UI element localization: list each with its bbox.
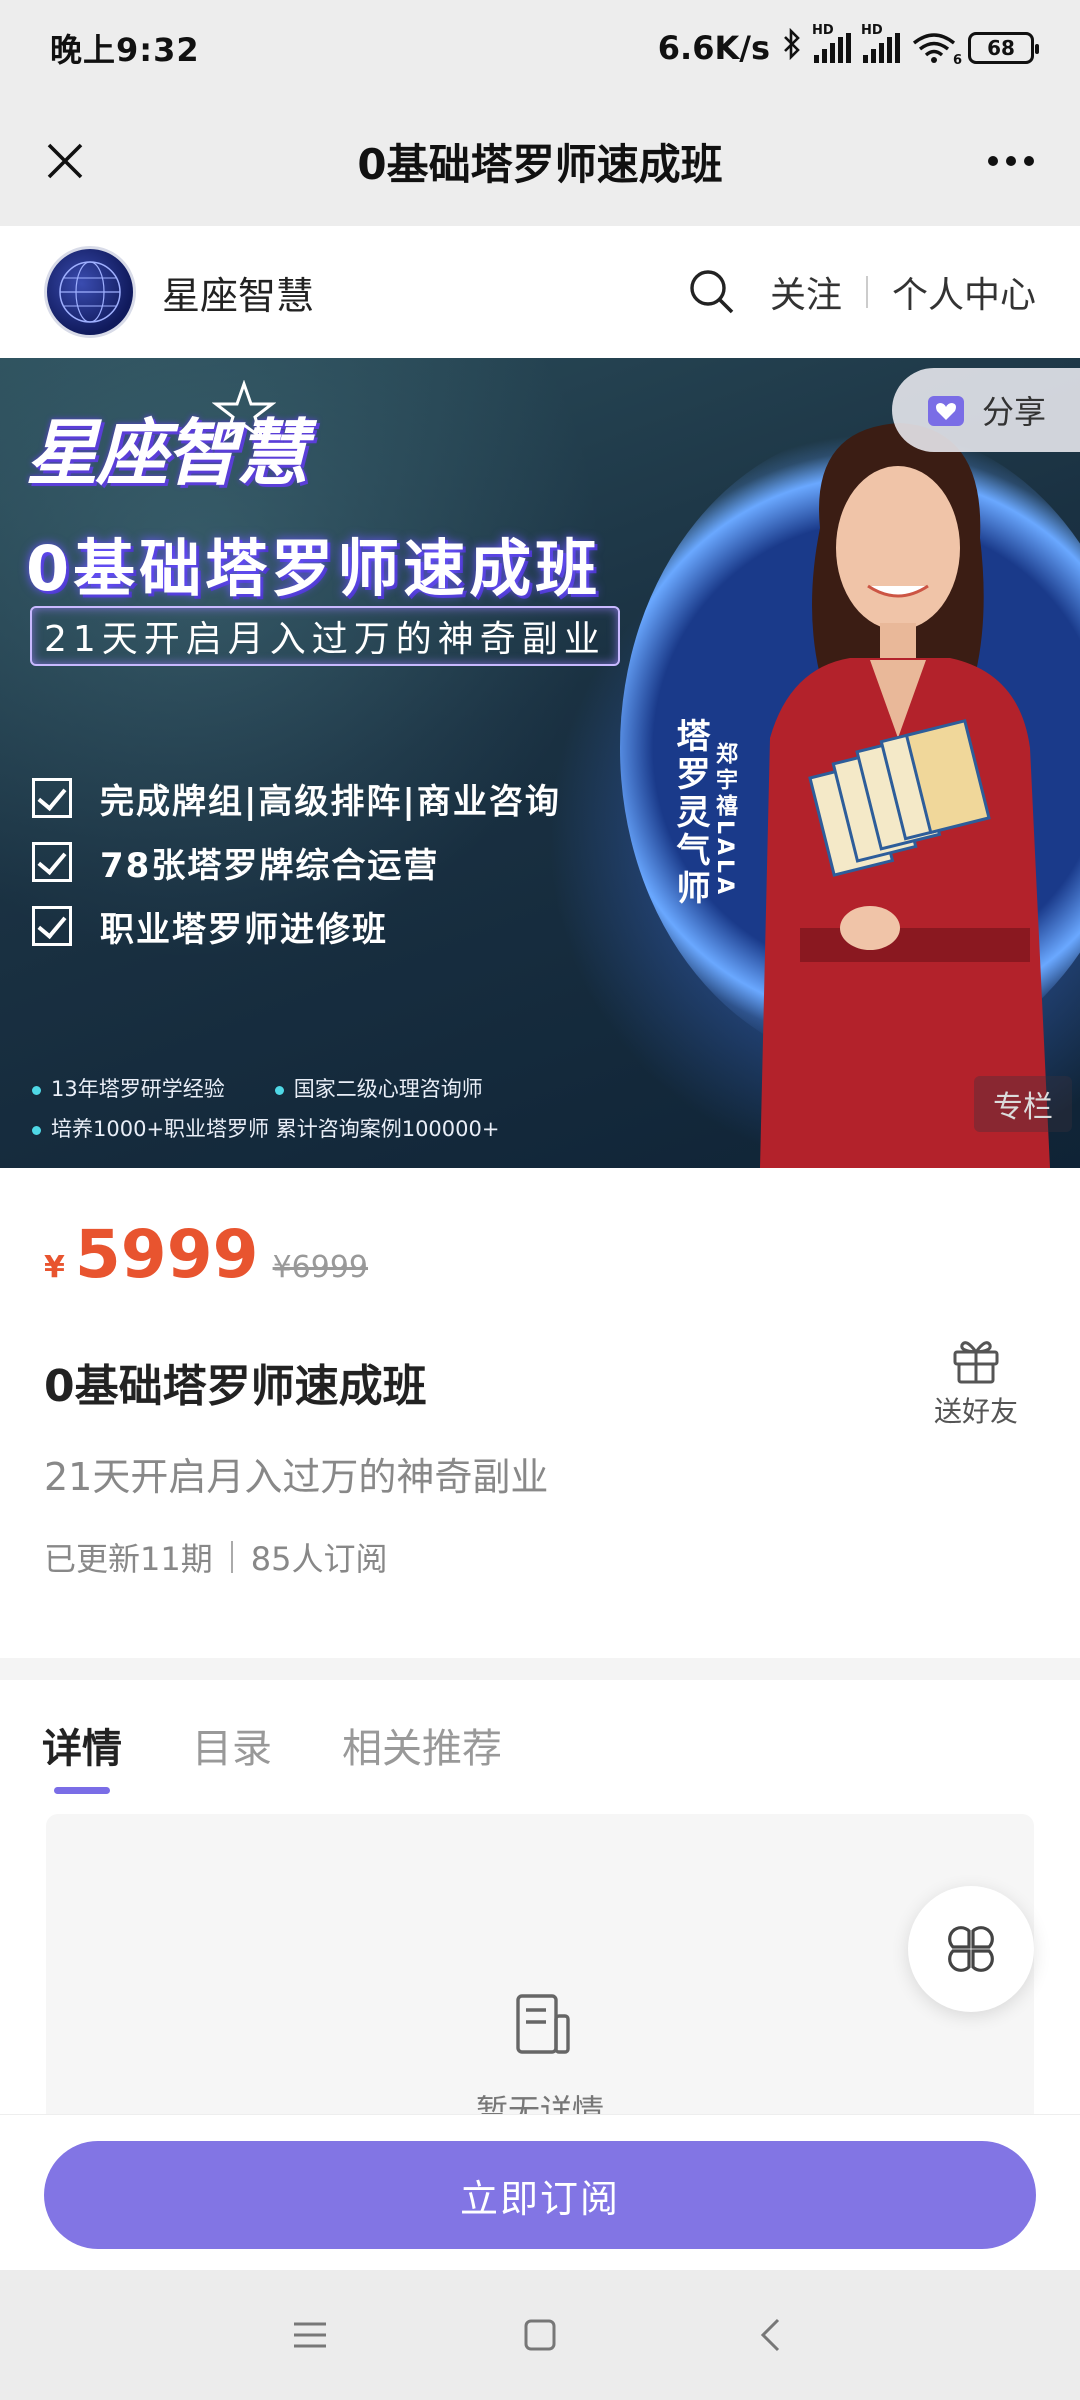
checkbox-icon [32, 842, 72, 882]
personal-center-link[interactable]: 个人中心 [892, 266, 1036, 318]
checklist-text: 职业塔罗师进修班 [100, 909, 388, 950]
checkbox-icon [32, 906, 72, 946]
detail-panel: 暂无详情 [46, 1814, 1034, 2114]
banner-tags: 13年塔罗研学经验 国家二级心理咨询师 培养1000+职业塔罗师 累计咨询案例1… [32, 1068, 499, 1148]
shop-header: 星座智慧 关注 个人中心 [0, 226, 1080, 358]
banner-tag: 国家二级心理咨询师 [275, 1073, 483, 1103]
original-price: ¥6999 [272, 1250, 369, 1285]
search-icon [690, 270, 734, 314]
divider [865, 276, 868, 308]
banner-tag: 培养1000+职业塔罗师 累计咨询案例100000+ [32, 1113, 499, 1143]
checklist-text: 完成牌组|高级排阵|商业咨询 [100, 781, 561, 822]
checklist-text: 78张塔罗牌综合运营 [100, 845, 440, 886]
wifi-badge: 6 [952, 53, 962, 68]
presenter-name: 郑宇禧LALA [712, 742, 737, 899]
shop-name[interactable]: 星座智慧 [162, 265, 684, 320]
checkbox-icon [32, 778, 72, 818]
bottom-action-bar: 立即订阅 [0, 2114, 1080, 2270]
more-button[interactable] [976, 126, 1046, 196]
tab-catalog[interactable]: 目录 [192, 1680, 272, 1810]
product-title: 0基础塔罗师速成班 [44, 1361, 427, 1412]
subscriber-count: 85人订阅 [250, 1540, 388, 1578]
menu-icon [294, 2322, 326, 2348]
page-title: 0基础塔罗师速成班 [357, 139, 723, 189]
nav-bar: 0基础塔罗师速成班 [0, 96, 1080, 226]
system-navigation-bar [0, 2270, 1080, 2400]
hd-badge-1: HD [812, 23, 834, 38]
signal-icon-1: HD [812, 23, 851, 63]
wifi-icon: 6 [912, 32, 962, 68]
content-tabs: 详情 目录 相关推荐 [0, 1680, 1080, 1810]
section-divider [0, 1658, 1080, 1680]
banner-tag: 13年塔罗研学经验 [32, 1073, 225, 1103]
divider [230, 1541, 233, 1573]
tab-details[interactable]: 详情 [42, 1680, 122, 1810]
net-speed: 6.6K/s [657, 29, 770, 67]
floating-menu-button[interactable] [908, 1886, 1034, 2012]
gift-to-friend-button[interactable]: 送好友 [934, 1334, 1018, 1430]
status-bar: 晚上9:32 6.6K/s HD HD 6 68 [0, 0, 1080, 96]
product-info: ¥ 5999 ¥6999 0基础塔罗师速成班 送好友 21天开启月入过万的神奇副… [0, 1168, 1080, 1658]
product-subtitle: 21天开启月入过万的神奇副业 [44, 1455, 549, 1499]
status-time: 晚上9:32 [50, 31, 200, 69]
checklist-item: 职业塔罗师进修班 [32, 894, 561, 958]
product-meta: 已更新11期 85人订阅 [44, 1534, 387, 1580]
share-label: 分享 [982, 393, 1047, 431]
shop-actions: 关注 个人中心 [684, 264, 1036, 320]
home-button[interactable] [510, 2305, 570, 2365]
close-icon [47, 143, 83, 179]
gift-label: 送好友 [933, 1395, 1018, 1428]
more-dot-icon [988, 156, 998, 166]
home-square-icon [524, 2319, 556, 2351]
tab-recommended[interactable]: 相关推荐 [342, 1680, 502, 1810]
banner-title: 0基础塔罗师速成班 [26, 532, 602, 605]
share-button[interactable]: 分享 [892, 368, 1080, 452]
battery-icon: 68 [968, 32, 1039, 64]
updated-count: 已更新11期 [44, 1540, 213, 1578]
subscribe-button[interactable]: 立即订阅 [44, 2141, 1036, 2249]
star-icon [212, 380, 276, 442]
column-tag: 专栏 [974, 1076, 1072, 1132]
menu-button[interactable] [280, 2305, 340, 2365]
follow-button[interactable]: 关注 [770, 266, 842, 318]
more-dot-icon [1024, 156, 1034, 166]
banner-checklist: 完成牌组|高级排阵|商业咨询 78张塔罗牌综合运营 职业塔罗师进修班 [32, 766, 561, 958]
presenter-image [760, 423, 1050, 1168]
signal-icon-2: HD [861, 23, 900, 63]
four-leaf-icon [948, 1926, 994, 1972]
globe-icon [59, 261, 121, 323]
search-button[interactable] [684, 264, 740, 320]
back-chevron-icon [760, 2318, 780, 2352]
status-right: 6.6K/s HD HD 6 68 [657, 23, 1039, 68]
more-dot-icon [1006, 156, 1016, 166]
hd-badge-2: HD [861, 23, 883, 38]
shop-logo[interactable] [44, 246, 136, 338]
empty-detail-text: 暂无详情 [475, 2092, 604, 2114]
close-button[interactable] [30, 126, 100, 196]
checklist-item: 完成牌组|高级排阵|商业咨询 [32, 766, 561, 830]
checklist-item: 78张塔罗牌综合运营 [32, 830, 561, 894]
price-block: ¥ 5999 ¥6999 [44, 1216, 368, 1293]
gift-icon [953, 1341, 999, 1384]
document-icon [516, 1994, 570, 2054]
share-heart-icon [928, 396, 964, 426]
back-button[interactable] [740, 2305, 800, 2365]
price-currency: ¥ [44, 1250, 65, 1285]
course-banner[interactable]: 星座智慧 0基础塔罗师速成班 21天开启月入过万的神奇副业 完成牌组|高级排阵|… [0, 358, 1080, 1168]
current-price: 5999 [74, 1216, 259, 1293]
banner-subtitle: 21天开启月入过万的神奇副业 [30, 606, 620, 666]
bluetooth-icon [782, 27, 802, 68]
